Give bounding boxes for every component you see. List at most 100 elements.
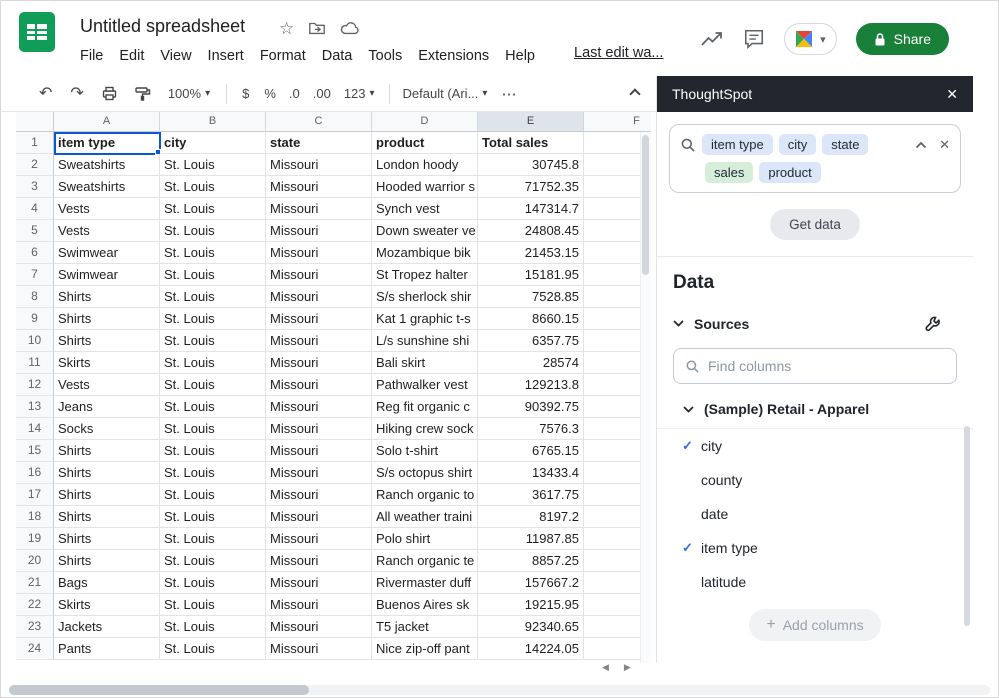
row-number[interactable]: 15 xyxy=(16,440,54,462)
cell-total-sales[interactable]: 11987.85 xyxy=(478,528,584,550)
cell-product[interactable]: Hooded warrior s xyxy=(372,176,478,198)
horizontal-scrollbar-thumb[interactable] xyxy=(9,685,309,695)
decrease-decimal-button[interactable]: .0 xyxy=(289,86,300,101)
cell-total-sales[interactable]: 19215.95 xyxy=(478,594,584,616)
move-to-folder-icon[interactable] xyxy=(308,19,326,37)
cell-item-type[interactable]: Shirts xyxy=(54,462,160,484)
collapse-toolbar-icon[interactable] xyxy=(629,88,640,99)
cell-city[interactable]: St. Louis xyxy=(160,242,266,264)
cell-item-type[interactable]: Vests xyxy=(54,374,160,396)
row-number[interactable]: 9 xyxy=(16,308,54,330)
cell-total-sales[interactable]: 6765.15 xyxy=(478,440,584,462)
row-number[interactable]: 17 xyxy=(16,484,54,506)
cell-city[interactable]: St. Louis xyxy=(160,638,266,660)
cell-state[interactable]: Missouri xyxy=(266,286,372,308)
cell-city[interactable]: St. Louis xyxy=(160,572,266,594)
cell-product[interactable]: All weather traini xyxy=(372,506,478,528)
cell-item-type[interactable]: Vests xyxy=(54,198,160,220)
select-all-corner[interactable] xyxy=(16,112,54,132)
column-header-a[interactable]: A xyxy=(54,112,160,132)
cell-total-sales[interactable]: 157667.2 xyxy=(478,572,584,594)
column-list-item[interactable]: ✓ date xyxy=(657,497,973,531)
fill-handle[interactable] xyxy=(155,149,161,155)
cell-product[interactable]: Mozambique bik xyxy=(372,242,478,264)
sources-section[interactable]: Sources xyxy=(673,315,957,332)
cell-product[interactable]: St Tropez halter xyxy=(372,264,478,286)
row-number[interactable]: 5 xyxy=(16,220,54,242)
cell-product[interactable]: Reg fit organic c xyxy=(372,396,478,418)
cell-item-type[interactable]: Shirts xyxy=(54,308,160,330)
cell-city[interactable]: St. Louis xyxy=(160,286,266,308)
cell-state[interactable]: Missouri xyxy=(266,374,372,396)
horizontal-scrollbar[interactable] xyxy=(9,685,990,695)
menu-item[interactable]: Edit xyxy=(111,45,152,67)
add-columns-button[interactable]: + Add columns xyxy=(749,609,880,641)
row-number[interactable]: 10 xyxy=(16,330,54,352)
cell-state[interactable]: Missouri xyxy=(266,506,372,528)
star-icon[interactable]: ☆ xyxy=(279,20,294,37)
query-token[interactable]: item type xyxy=(702,134,773,155)
undo-icon[interactable]: ↶ xyxy=(39,86,52,102)
trendline-icon[interactable] xyxy=(700,29,724,49)
row-number[interactable]: 4 xyxy=(16,198,54,220)
cell-state[interactable]: Missouri xyxy=(266,440,372,462)
cell-item-type[interactable]: Bags xyxy=(54,572,160,594)
cell-total-sales[interactable]: 8857.25 xyxy=(478,550,584,572)
scroll-right-icon[interactable]: ▶ xyxy=(624,662,631,673)
cell-total-sales[interactable]: 90392.75 xyxy=(478,396,584,418)
cell-item-type[interactable]: Shirts xyxy=(54,550,160,572)
cell-item-type[interactable]: Sweatshirts xyxy=(54,176,160,198)
cell-state[interactable]: Missouri xyxy=(266,198,372,220)
cell-item-type[interactable]: Vests xyxy=(54,220,160,242)
cell-product[interactable]: Kat 1 graphic t-s xyxy=(372,308,478,330)
cell-item-type[interactable]: Skirts xyxy=(54,352,160,374)
row-number[interactable]: 6 xyxy=(16,242,54,264)
cell-total-sales[interactable]: 3617.75 xyxy=(478,484,584,506)
cell-state[interactable]: Missouri xyxy=(266,176,372,198)
cell-product[interactable]: Down sweater ve xyxy=(372,220,478,242)
cell-item-type[interactable]: Sweatshirts xyxy=(54,154,160,176)
cell-item-type[interactable]: Shirts xyxy=(54,330,160,352)
last-edit-link[interactable]: Last edit wa... xyxy=(574,45,663,61)
cell-city[interactable]: St. Louis xyxy=(160,462,266,484)
close-icon[interactable]: ✕ xyxy=(946,86,958,103)
cell-product[interactable]: Solo t-shirt xyxy=(372,440,478,462)
source-group[interactable]: (Sample) Retail - Apparel xyxy=(657,401,973,429)
menu-item[interactable]: Extensions xyxy=(410,45,497,67)
row-number[interactable]: 1 xyxy=(16,132,54,154)
cell-product[interactable]: S/s sherlock shir xyxy=(372,286,478,308)
query-token[interactable]: product xyxy=(759,162,820,183)
collapse-query-icon[interactable] xyxy=(915,141,927,149)
cell-item-type[interactable]: Jackets xyxy=(54,616,160,638)
cell-total-sales[interactable]: 129213.8 xyxy=(478,374,584,396)
wrench-icon[interactable] xyxy=(924,315,941,332)
cell-total-sales[interactable]: 8660.15 xyxy=(478,308,584,330)
cell-product[interactable]: Buenos Aires sk xyxy=(372,594,478,616)
menu-item[interactable]: Help xyxy=(497,45,543,67)
cell-product[interactable]: Rivermaster duff xyxy=(372,572,478,594)
cell-total-sales[interactable]: 28574 xyxy=(478,352,584,374)
menu-item[interactable]: Format xyxy=(252,45,314,67)
currency-format-button[interactable]: $ xyxy=(242,86,249,101)
cell-city[interactable]: St. Louis xyxy=(160,396,266,418)
cell-item-type[interactable]: Swimwear xyxy=(54,242,160,264)
cell-item-type[interactable]: Shirts xyxy=(54,440,160,462)
cell-item-type[interactable]: Swimwear xyxy=(54,264,160,286)
column-list-item[interactable]: ✓ latitude xyxy=(657,565,973,599)
cell-total-sales[interactable]: 30745.8 xyxy=(478,154,584,176)
cell-product[interactable]: S/s octopus shirt xyxy=(372,462,478,484)
cell-total-sales[interactable]: 8197.2 xyxy=(478,506,584,528)
row-number[interactable]: 23 xyxy=(16,616,54,638)
cell-city[interactable]: St. Louis xyxy=(160,308,266,330)
cell-state[interactable]: Missouri xyxy=(266,572,372,594)
find-columns-input[interactable] xyxy=(708,358,928,374)
cell-city[interactable]: St. Louis xyxy=(160,176,266,198)
cell-state[interactable]: Missouri xyxy=(266,242,372,264)
cell-product[interactable]: Bali skirt xyxy=(372,352,478,374)
scroll-left-icon[interactable]: ◀ xyxy=(602,662,609,673)
column-header-b[interactable]: B xyxy=(160,112,266,132)
cell-city[interactable]: St. Louis xyxy=(160,330,266,352)
column-header-f[interactable]: F xyxy=(584,112,651,132)
row-number[interactable]: 7 xyxy=(16,264,54,286)
row-number[interactable]: 21 xyxy=(16,572,54,594)
